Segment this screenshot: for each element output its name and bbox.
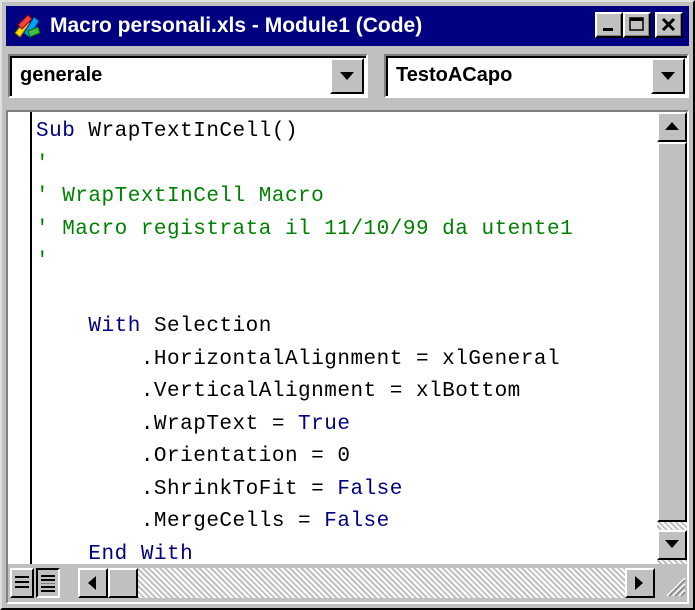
- maximize-icon: [629, 17, 644, 31]
- code-line[interactable]: .WrapText = True: [36, 413, 350, 436]
- procedure-combo-dropdown-button[interactable]: [651, 58, 685, 94]
- procedure-combo[interactable]: TestoACapo: [384, 54, 689, 98]
- chevron-down-icon: [661, 72, 675, 80]
- scroll-down-button[interactable]: [657, 530, 687, 560]
- horizontal-scroll-thumb[interactable]: [108, 568, 138, 598]
- code-keyword: False: [337, 477, 403, 501]
- code-line[interactable]: .HorizontalAlignment = xlGeneral: [36, 348, 560, 371]
- bottom-bar: [8, 564, 687, 602]
- scroll-up-button[interactable]: [657, 112, 687, 142]
- minimize-icon: [603, 28, 613, 31]
- title-bar[interactable]: Macro personali.xls - Module1 (Code): [6, 6, 689, 46]
- procedure-view-icon: [15, 576, 29, 588]
- code-keyword: True: [298, 412, 351, 436]
- arrow-up-icon: [665, 122, 679, 130]
- code-comment: ': [36, 152, 50, 176]
- object-combo-dropdown-button[interactable]: [330, 58, 364, 94]
- vba-editor-icon: [14, 14, 41, 38]
- code-line[interactable]: .Orientation = 0: [36, 445, 350, 468]
- code-line[interactable]: .MergeCells = False: [36, 510, 390, 533]
- code-line[interactable]: With Selection: [36, 315, 272, 338]
- margin-indicator-bar[interactable]: [8, 112, 32, 564]
- object-combo[interactable]: generale: [8, 54, 368, 98]
- code-line[interactable]: ' WrapTextInCell Macro: [36, 185, 324, 208]
- code-pane: Sub WrapTextInCell() ' ' WrapTextInCell Ma…: [6, 110, 689, 604]
- full-module-view-button[interactable]: [36, 568, 60, 598]
- procedure-view-button[interactable]: [10, 568, 34, 598]
- code-keyword: End With: [88, 542, 194, 565]
- code-comment: ': [36, 250, 50, 273]
- code-keyword: Sub: [36, 120, 76, 143]
- code-text: Sub WrapTextInCell(): [36, 120, 298, 143]
- scroll-right-button[interactable]: [625, 568, 655, 598]
- horizontal-scrollbar[interactable]: [78, 568, 655, 598]
- scroll-left-button[interactable]: [78, 568, 108, 598]
- arrow-down-icon: [665, 540, 679, 548]
- code-comment: ' Macro registrata il 11/10/99 da utente…: [36, 217, 574, 241]
- code-text: .HorizontalAlignment = xlGeneral: [36, 347, 561, 371]
- minimize-button[interactable]: [595, 12, 623, 38]
- code-comment: ' WrapTextInCell Macro: [36, 185, 325, 208]
- vertical-scroll-thumb[interactable]: [657, 142, 687, 522]
- close-icon: [661, 17, 676, 32]
- window-title: Macro personali.xls - Module1 (Code): [50, 14, 423, 37]
- code-line[interactable]: ' Macro registrata il 11/10/99 da utente…: [36, 218, 573, 241]
- code-editor[interactable]: Sub WrapTextInCell() ' ' WrapTextInCell Ma…: [32, 112, 659, 564]
- procedure-combo-value: TestoACapo: [396, 64, 513, 86]
- code-keyword: With: [88, 315, 141, 338]
- code-window: Macro personali.xls - Module1 (Code) gen…: [0, 0, 695, 610]
- arrow-right-icon: [635, 576, 643, 590]
- code-keyword: False: [324, 510, 390, 533]
- code-line[interactable]: ': [36, 250, 49, 273]
- vertical-scrollbar[interactable]: [657, 112, 687, 564]
- code-text: WrapTextInCell(): [75, 120, 299, 143]
- resize-grip-icon[interactable]: [657, 568, 687, 598]
- code-line[interactable]: .VerticalAlignment = xlBottom: [36, 380, 521, 403]
- chevron-down-icon: [340, 72, 354, 80]
- full-module-view-icon: [41, 575, 55, 592]
- code-line[interactable]: .ShrinkToFit = False: [36, 478, 403, 501]
- code-text: .Orientation = 0: [36, 445, 351, 468]
- code-line[interactable]: ': [36, 153, 49, 176]
- code-text: .VerticalAlignment = xlBottom: [36, 380, 521, 403]
- maximize-button[interactable]: [623, 12, 651, 38]
- code-line[interactable]: End With: [36, 543, 193, 565]
- code-text: .WrapText =: [36, 412, 299, 436]
- object-combo-value: generale: [20, 64, 103, 86]
- code-line[interactable]: Sub WrapTextInCell(): [36, 120, 298, 143]
- code-text: .ShrinkToFit =: [36, 477, 338, 501]
- close-button[interactable]: [655, 12, 683, 38]
- code-text: Selection: [140, 315, 272, 338]
- arrow-left-icon: [88, 576, 96, 590]
- code-text: .MergeCells =: [36, 510, 325, 533]
